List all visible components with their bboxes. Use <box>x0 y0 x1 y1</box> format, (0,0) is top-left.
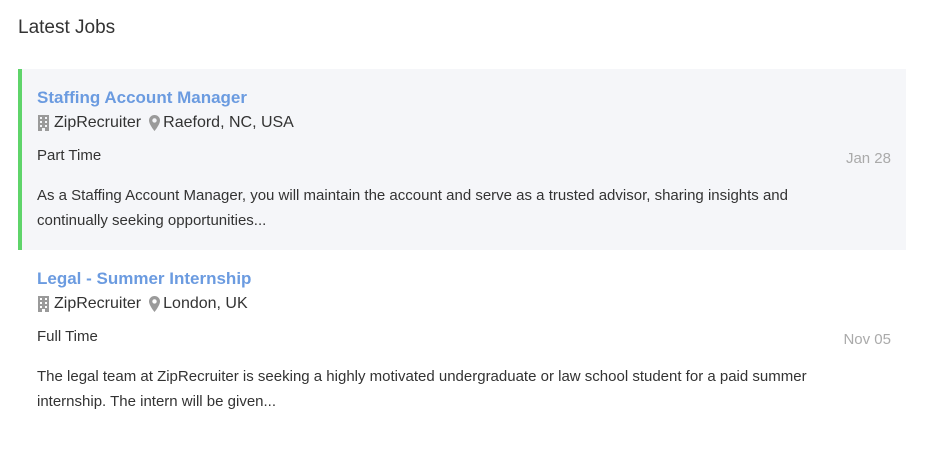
company-name: ZipRecruiter <box>54 114 142 131</box>
map-pin-icon <box>149 115 161 131</box>
job-list: Staffing Account Manager ZipRecruiter Ra… <box>18 69 906 431</box>
job-meta: ZipRecruiter Raeford, NC, USA <box>37 113 816 133</box>
job-meta: ZipRecruiter London, UK <box>37 294 816 314</box>
job-date: Nov 05 <box>843 331 891 348</box>
job-type: Full Time <box>37 328 98 345</box>
job-description: The legal team at ZipRecruiter is seekin… <box>37 368 807 410</box>
job-description: As a Staffing Account Manager, you will … <box>37 187 788 229</box>
job-type: Part Time <box>37 147 102 164</box>
job-item[interactable]: Staffing Account Manager ZipRecruiter Ra… <box>18 69 906 250</box>
map-pin-icon <box>149 296 161 312</box>
job-location: Raeford, NC, USA <box>163 114 294 131</box>
latest-jobs-page: Latest Jobs Staffing Account Manager Zip… <box>0 0 925 449</box>
job-title-link[interactable]: Legal - Summer Internship <box>37 268 251 290</box>
job-title-link[interactable]: Staffing Account Manager <box>37 87 247 109</box>
job-date: Jan 28 <box>845 150 891 167</box>
building-icon <box>37 296 50 312</box>
section-title: Latest Jobs <box>18 17 116 38</box>
company-name: ZipRecruiter <box>54 295 142 312</box>
building-icon <box>37 115 50 131</box>
job-item[interactable]: Legal - Summer Internship ZipRecruiter L… <box>18 250 906 431</box>
job-location: London, UK <box>163 295 248 312</box>
